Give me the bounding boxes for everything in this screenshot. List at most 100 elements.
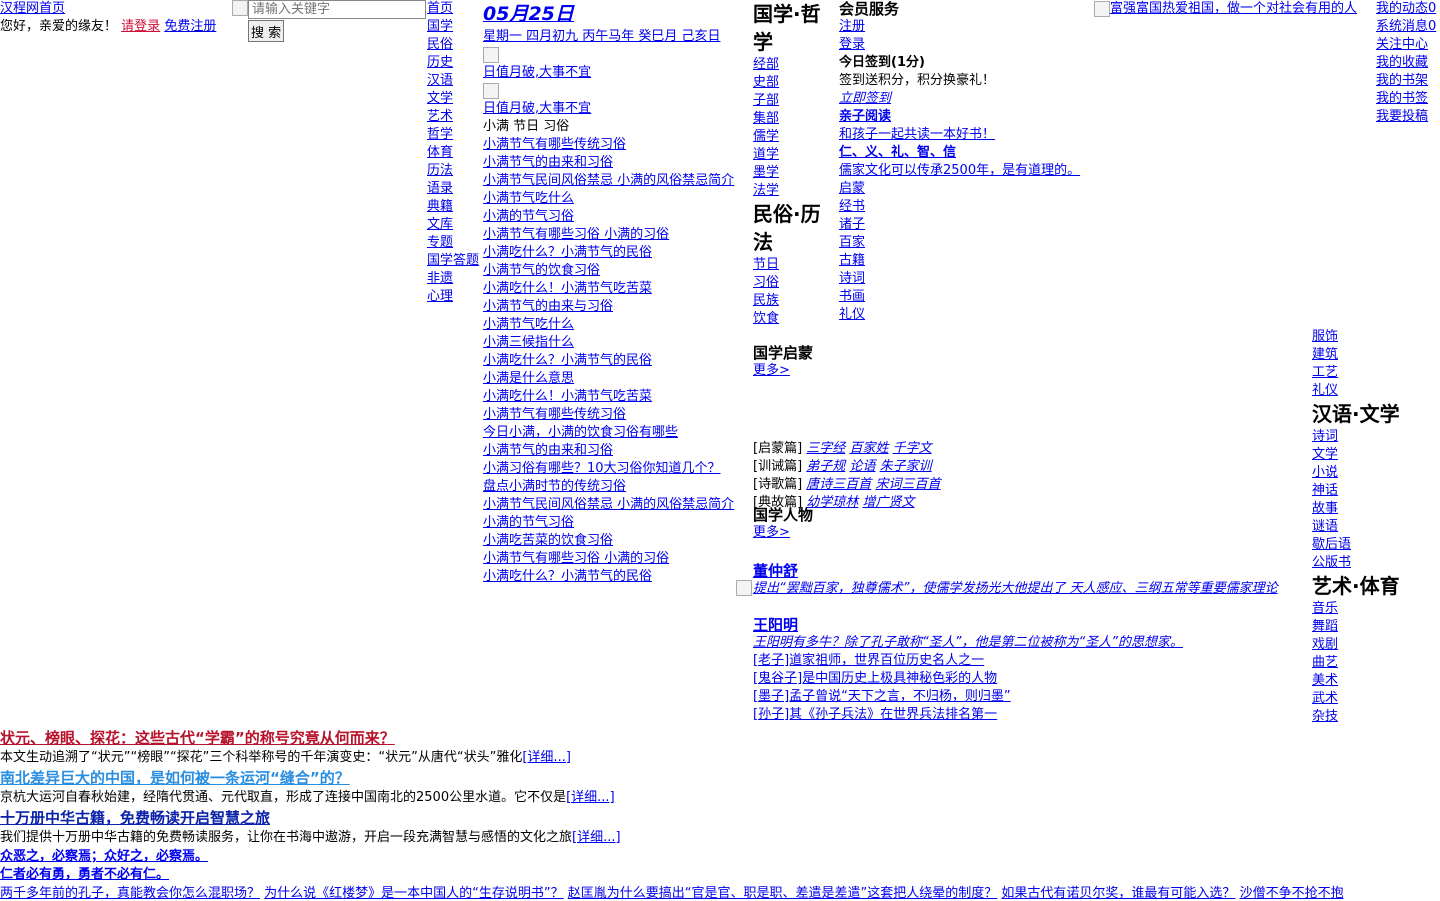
art-category-link[interactable]: 美术 (1312, 672, 1440, 690)
search-button[interactable]: 搜 索 (248, 20, 285, 42)
art-category-link[interactable]: 曲艺 (1312, 654, 1440, 672)
festival-article-link[interactable]: 小满节气的饮食习俗 (483, 262, 751, 280)
festival-article-link[interactable]: 小满吃什么？小满节气的民俗 (483, 568, 751, 586)
calendar-date[interactable]: 05月25日 (483, 0, 751, 28)
my-activity-link[interactable]: 我的动态0 (1376, 0, 1440, 18)
festival-article-link[interactable]: 小满节气有哪些传统习俗 (483, 406, 751, 424)
nav-item-wenxue[interactable]: 文学 (427, 90, 483, 108)
festival-article-link[interactable]: 小满吃什么！小满节气吃苦菜 (483, 280, 751, 298)
figure-item-link[interactable]: [鬼谷子]是中国历史上极具神秘色彩的人物 (753, 670, 1313, 688)
nav-item-tiyu[interactable]: 体育 (427, 144, 483, 162)
nav-item-lishi[interactable]: 历史 (427, 54, 483, 72)
festival-article-link[interactable]: 小满的节气习俗 (483, 208, 751, 226)
festival-article-link[interactable]: 小满节气的由来和习俗 (483, 442, 751, 460)
festival-article-link[interactable]: 小满习俗有哪些？10大习俗你知道几个？ (483, 460, 751, 478)
nav-item-yishu[interactable]: 艺术 (427, 108, 483, 126)
classic-book-link[interactable]: 千字文 (893, 441, 932, 456)
bottom-article-link[interactable]: 如果古代有诺贝尔奖，谁最有可能入选？ (1001, 886, 1235, 901)
article-more-link[interactable]: [详细...] (522, 750, 571, 765)
festival-article-link[interactable]: 小满节气民间风俗禁忌 小满的风俗禁忌简介 (483, 172, 751, 190)
my-bookmarks-link[interactable]: 我的书签 (1376, 90, 1440, 108)
parent-reading-link[interactable]: 和孩子一起共读一本好书！ (839, 126, 1095, 144)
classic-book-link[interactable]: 宋词三百首 (875, 477, 940, 492)
virtues-title[interactable]: 仁、义、礼、智、信 (839, 144, 1095, 162)
site-home-link[interactable]: 汉程网首页 (0, 0, 232, 18)
art-category-link[interactable]: 舞蹈 (1312, 618, 1440, 636)
guoxue-category-link[interactable]: 古籍 (839, 252, 1095, 270)
philosophy-category-link[interactable]: 道学 (753, 146, 837, 164)
philosophy-category-link[interactable]: 墨学 (753, 164, 837, 182)
virtues-link[interactable]: 儒家文化可以传承2500年，是有道理的。 (839, 162, 1095, 180)
person-wangyangming-link[interactable]: 王阳明 (753, 616, 1313, 634)
festival-article-link[interactable]: 小满节气有哪些习俗 小满的习俗 (483, 550, 751, 568)
classic-book-link[interactable]: 弟子规 (806, 459, 845, 474)
member-register-link[interactable]: 注册 (839, 18, 1095, 36)
festival-article-link[interactable]: 今日小满，小满的饮食习俗有哪些 (483, 424, 751, 442)
festival-article-link[interactable]: 小满节气吃什么 (483, 316, 751, 334)
my-bookshelf-link[interactable]: 我的书架 (1376, 72, 1440, 90)
festival-article-link[interactable]: 小满吃什么？小满节气的民俗 (483, 352, 751, 370)
festival-article-link[interactable]: 小满节气的由来和习俗 (483, 154, 751, 172)
folk-category-link[interactable]: 节日 (753, 256, 837, 274)
search-input[interactable] (248, 0, 426, 19)
philosophy-category-link[interactable]: 子部 (753, 92, 837, 110)
quote-link-1[interactable]: 众恶之，必察焉；众好之，必察焉。 (0, 848, 1440, 866)
culture-category-link[interactable]: 工艺 (1312, 364, 1440, 382)
parent-reading-title[interactable]: 亲子阅读 (839, 108, 1095, 126)
figure-item-link[interactable]: [老子]道家祖师，世界百位历史名人之一 (753, 652, 1313, 670)
literature-category-link[interactable]: 歇后语 (1312, 536, 1440, 554)
festival-article-link[interactable]: 小满节气有哪些传统习俗 (483, 136, 751, 154)
literature-category-link[interactable]: 文学 (1312, 446, 1440, 464)
guoxue-category-link[interactable]: 书画 (839, 288, 1095, 306)
article-title-canal[interactable]: 南北差异巨大的中国，是如何被一条运河“缝合”的？ (0, 768, 1440, 788)
festival-article-link[interactable]: 小满节气吃什么 (483, 190, 751, 208)
art-category-link[interactable]: 戏剧 (1312, 636, 1440, 654)
culture-category-link[interactable]: 建筑 (1312, 346, 1440, 364)
festival-article-link[interactable]: 小满节气的由来与习俗 (483, 298, 751, 316)
classic-book-link[interactable]: 三字经 (806, 441, 845, 456)
bottom-article-link[interactable]: 两千多年前的孔子，真能教会你怎么混职场？ (0, 886, 260, 901)
classic-book-link[interactable]: 百家姓 (849, 441, 888, 456)
festival-article-link[interactable]: 小满节气有哪些习俗 小满的习俗 (483, 226, 751, 244)
classic-book-link[interactable]: 唐诗三百首 (806, 477, 871, 492)
nav-item-zhexue[interactable]: 哲学 (427, 126, 483, 144)
calendar-lunar[interactable]: 星期一 四月初九 丙午马年 癸巳月 己亥日 (483, 28, 751, 46)
philosophy-category-link[interactable]: 史部 (753, 74, 837, 92)
nav-item-yulu[interactable]: 语录 (427, 180, 483, 198)
festival-article-link[interactable]: 小满节气民间风俗禁忌 小满的风俗禁忌简介 (483, 496, 751, 514)
philosophy-category-link[interactable]: 法学 (753, 182, 837, 200)
nav-item-lifa[interactable]: 历法 (427, 162, 483, 180)
person-wangyangming-desc[interactable]: 王阳明有多牛？除了孔子敢称“圣人”，他是第二位被称为“圣人”的思想家。 (753, 634, 1313, 652)
classic-book-link[interactable]: 朱子家训 (880, 459, 932, 474)
culture-category-link[interactable]: 服饰 (1312, 328, 1440, 346)
person-dongzhongshu-link[interactable]: 董仲舒 (753, 562, 1313, 580)
festival-article-link[interactable]: 小满三候指什么 (483, 334, 751, 352)
nav-item-feiyi[interactable]: 非遗 (427, 270, 483, 288)
literature-category-link[interactable]: 公版书 (1312, 554, 1440, 572)
guoxue-category-link[interactable]: 诸子 (839, 216, 1095, 234)
checkin-button[interactable]: 立即签到 (839, 90, 1095, 108)
nav-item-guoxue-dati[interactable]: 国学答题 (427, 252, 483, 270)
person-dongzhongshu-desc[interactable]: 提出“罢黜百家，独尊儒术”，使儒学发扬光大他提出了 天人感应、三纲五常等重要儒家… (753, 580, 1313, 598)
calendar-yi[interactable]: 日值月破,大事不宜 (483, 64, 751, 82)
figure-item-link[interactable]: [孙子]其《孙子兵法》在世界兵法排名第一 (753, 706, 1313, 724)
nav-item-minsu[interactable]: 民俗 (427, 36, 483, 54)
nav-item-wenku[interactable]: 文库 (427, 216, 483, 234)
literature-category-link[interactable]: 小说 (1312, 464, 1440, 482)
article-more-link[interactable]: [详细...] (572, 830, 621, 845)
figure-item-link[interactable]: [墨子]孟子曾说“天下之言，不归杨，则归墨” (753, 688, 1313, 706)
article-more-link[interactable]: [详细...] (566, 790, 615, 805)
festival-article-link[interactable]: 小满是什么意思 (483, 370, 751, 388)
article-title-books[interactable]: 十万册中华古籍，免费畅读开启智慧之旅 (0, 808, 1440, 828)
literature-category-link[interactable]: 神话 (1312, 482, 1440, 500)
nav-item-xinli[interactable]: 心理 (427, 288, 483, 306)
guoxue-category-link[interactable]: 启蒙 (839, 180, 1095, 198)
nav-item-dianji[interactable]: 典籍 (427, 198, 483, 216)
nav-item-hanyu[interactable]: 汉语 (427, 72, 483, 90)
festival-article-link[interactable]: 小满吃什么？小满节气的民俗 (483, 244, 751, 262)
folk-category-link[interactable]: 习俗 (753, 274, 837, 292)
submit-article-link[interactable]: 我要投稿 (1376, 108, 1440, 126)
festival-article-link[interactable]: 盘点小满时节的传统习俗 (483, 478, 751, 496)
classic-book-link[interactable]: 论语 (849, 459, 875, 474)
literature-category-link[interactable]: 谜语 (1312, 518, 1440, 536)
